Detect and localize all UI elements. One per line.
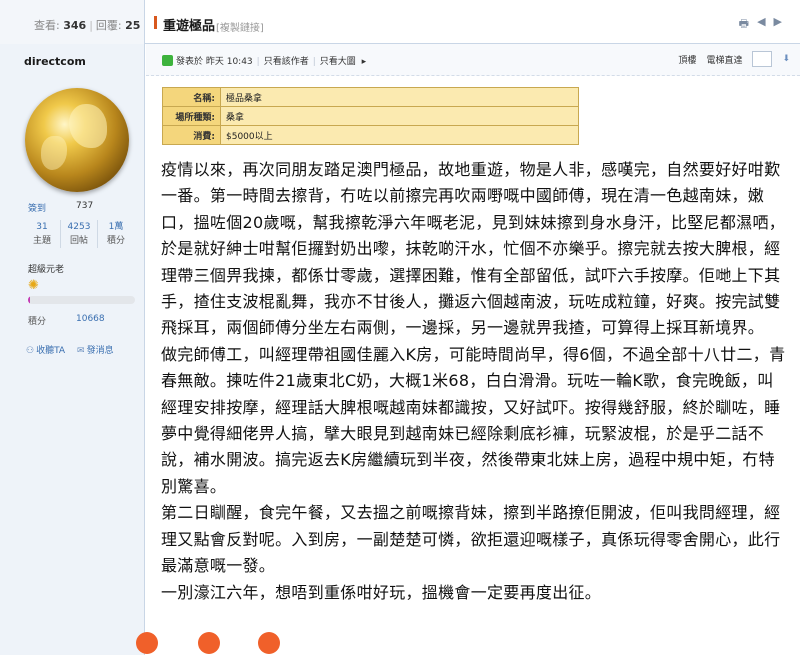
follow-button[interactable]: ⚇ 收聽TA — [26, 343, 65, 356]
thread-title: 重遊極品 — [163, 19, 216, 34]
sun-icon: ✺ — [28, 278, 39, 293]
post-paragraph: 疫情以來，再次同朋友踏足澳門極品，故地重遊，物是人非，感嘆完，自然要好好咁歎一番… — [161, 160, 786, 338]
venue-info-table: 名稱: 極品桑拿 場所種類: 桑拿 消費: $5000以上 — [162, 87, 579, 145]
avatar[interactable] — [25, 88, 129, 192]
views-count: 346 — [63, 19, 87, 32]
author-actions: ⚇ 收聽TA ✉ 發消息 — [26, 343, 114, 356]
views-label: 查看: — [34, 19, 60, 32]
follow-icon: ⚇ — [26, 346, 35, 356]
image-icon — [162, 55, 173, 66]
post-meta-bar: 發表於 昨天 10:43 | 只看該作者 | 只看大圖 ▸ 頂樓 電梯直達 ⬇ — [146, 44, 800, 76]
thread-header: 查看: 346 | 回覆: 25 重遊極品 [複製鏈接] 🖶 ◀ ▶ — [0, 0, 800, 44]
signin-label[interactable]: 簽到 — [28, 204, 46, 214]
table-row: 消費: $5000以上 — [162, 125, 579, 145]
overlay-dot — [136, 632, 158, 654]
info-value: $5000以上 — [220, 125, 579, 145]
post-time: 發表於 昨天 10:43 — [176, 57, 253, 67]
floor-nav: 頂樓 電梯直達 ⬇ — [678, 51, 790, 67]
print-icon[interactable]: 🖶 — [739, 15, 749, 34]
author-stats: 31 主題 4253 回帖 1萬 積分 — [24, 220, 134, 248]
rank-progress-bar — [28, 296, 135, 304]
caret-right-icon: ▸ — [361, 57, 367, 67]
stat-threads[interactable]: 31 主題 — [24, 220, 61, 248]
info-key: 消費: — [162, 125, 221, 145]
info-value: 桑拿 — [220, 106, 579, 126]
stat-replies[interactable]: 4253 回帖 — [61, 220, 98, 248]
floor-input[interactable] — [752, 51, 773, 67]
post-paragraph: 第二日瞓醒，食完午餐，又去搵之前嘅擦背妹，擦到半路撩佢開波，佢叫我問經理，經理又… — [161, 503, 781, 576]
post-info: 發表於 昨天 10:43 | 只看該作者 | 只看大圖 ▸ — [162, 54, 366, 67]
info-key: 名稱: — [162, 87, 221, 107]
author-only-link[interactable]: 只看該作者 — [264, 57, 309, 67]
info-key: 場所種類: — [162, 106, 221, 126]
overlay-dot — [258, 632, 280, 654]
prev-arrow-icon[interactable]: ◀ — [757, 15, 765, 34]
signin-row: 簽到 737 — [28, 201, 93, 214]
title-marker-icon — [154, 16, 157, 29]
points-value[interactable]: 10668 — [76, 314, 105, 324]
next-arrow-icon[interactable]: ▶ — [774, 15, 782, 34]
signin-value: 737 — [76, 201, 94, 211]
stat-points[interactable]: 1萬 積分 — [98, 220, 134, 248]
top-floor-label: 頂樓 — [678, 55, 697, 66]
post-paragraph: 一別濠江六年，想唔到重係咁好玩，搵機會一定要再度出征。 — [161, 582, 602, 602]
info-value: 極品桑拿 — [220, 87, 579, 107]
go-arrow-icon[interactable]: ⬇ — [782, 54, 790, 64]
points-row: 積分 10668 — [28, 314, 105, 327]
message-button[interactable]: ✉ 發消息 — [77, 343, 114, 356]
table-row: 名稱: 極品桑拿 — [162, 87, 579, 107]
author-name[interactable]: directcom — [24, 55, 86, 68]
author-sidebar: directcom 簽到 737 31 主題 4253 回帖 1萬 積分 超級元… — [0, 44, 145, 655]
rank-title: 超級元老 — [28, 265, 65, 275]
copy-link[interactable]: [複製鏈接] — [216, 19, 264, 34]
thread-stats: 查看: 346 | 回覆: 25 — [0, 0, 145, 44]
table-row: 場所種類: 桑拿 — [162, 106, 579, 126]
post-paragraph: 做完師傅工，叫經理帶祖國佳麗入K房，可能時間尚早，得6個，不過全部十八廿二，青春… — [161, 344, 786, 496]
points-label: 積分 — [28, 317, 47, 327]
header-actions: 🖶 ◀ ▶ — [739, 15, 782, 34]
envelope-icon: ✉ — [77, 346, 85, 356]
large-image-link[interactable]: 只看大圖 — [320, 57, 356, 67]
replies-label: 回覆: — [95, 19, 122, 32]
post-body: 疫情以來，再次同朋友踏足澳門極品，故地重遊，物是人非，感嘆完，自然要好好咁歎一番… — [161, 157, 789, 606]
overlay-dot — [198, 632, 220, 654]
rank-progress-fill — [28, 296, 31, 304]
goto-floor-label: 電梯直達 — [706, 55, 743, 66]
replies-count: 25 — [125, 19, 141, 32]
